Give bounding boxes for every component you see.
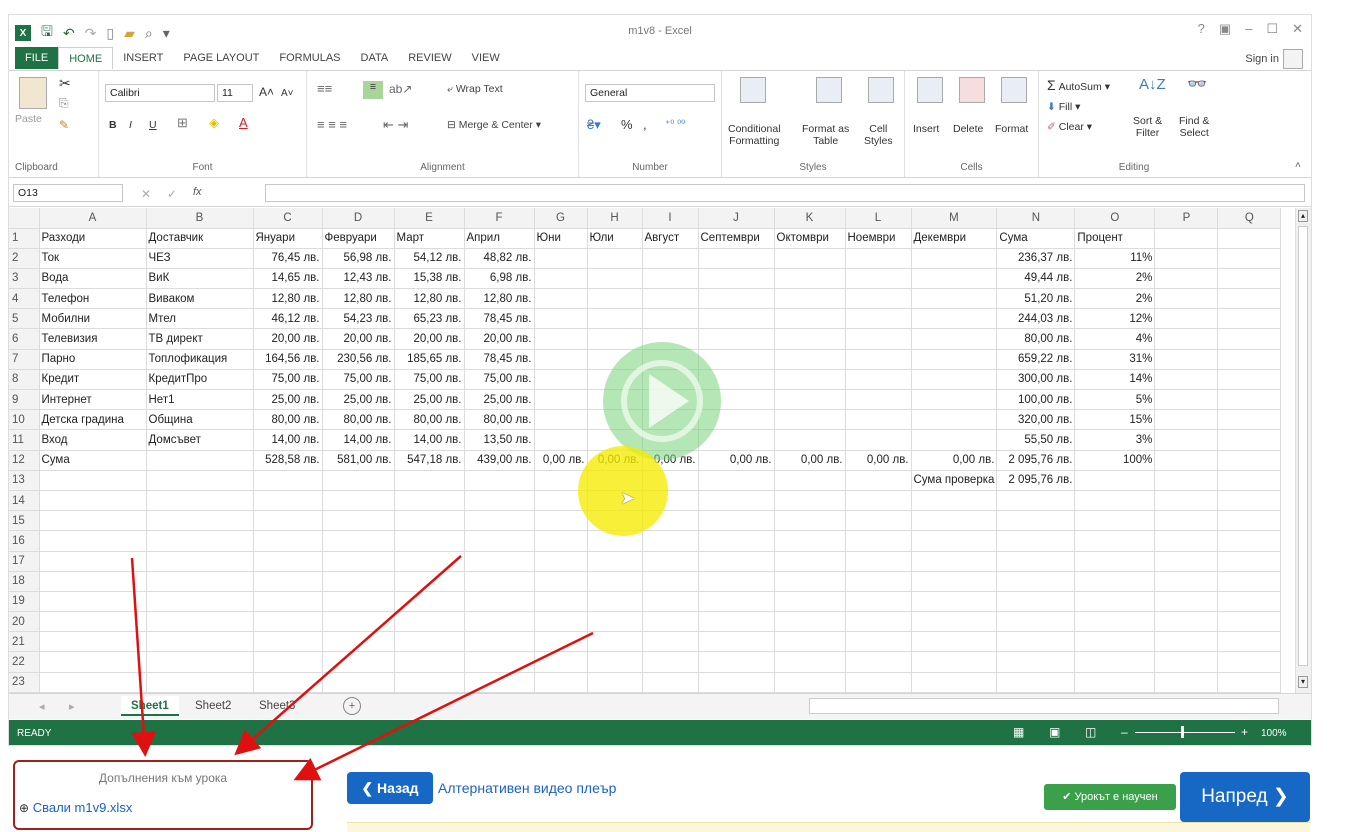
arrow-1 <box>130 557 157 757</box>
annotation-arrows <box>130 555 594 781</box>
arrow-2 <box>234 555 462 756</box>
arrow-3 <box>293 631 594 781</box>
